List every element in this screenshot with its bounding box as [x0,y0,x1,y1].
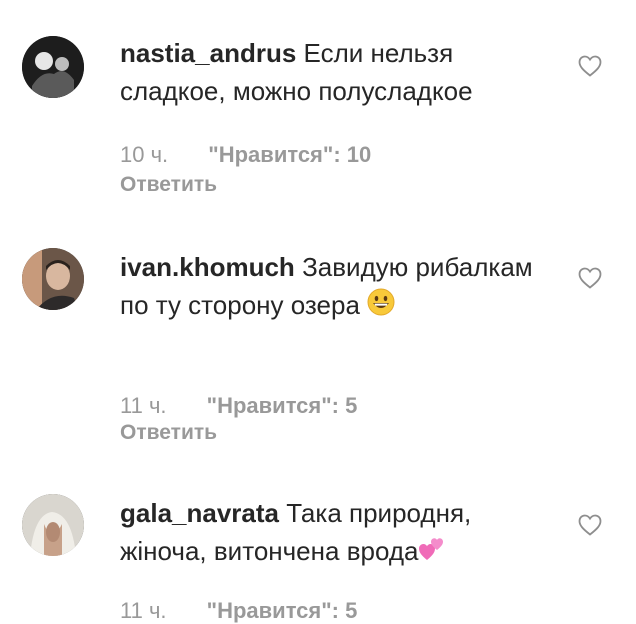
comment-item: nastia_andrus Если нельзя сладкое, можно… [0,0,636,220]
comment-username[interactable]: gala_navrata [120,498,279,528]
comment-meta: 11 ч. "Нравится": 5 [120,393,357,419]
avatar[interactable] [22,36,84,98]
comment-text: ivan.khomuch Завидую рибалкам по ту стор… [120,248,560,326]
comment-meta: 10 ч. "Нравится": 10 [120,142,371,168]
comment-likes[interactable]: "Нравится": 10 [208,142,371,167]
reply-button[interactable]: Ответить [120,173,217,197]
comment-username[interactable]: ivan.khomuch [120,252,295,282]
comment-time[interactable]: 11 ч. [120,393,167,418]
reply-button[interactable]: Ответить [120,421,217,445]
avatar[interactable] [22,248,84,310]
comment-item: ivan.khomuch Завидую рибалкам по ту стор… [0,220,636,470]
comment-time[interactable]: 11 ч. [120,598,167,623]
comment-item: gala_navrata Така природня, жіноча, вито… [0,470,636,623]
comment-text: nastia_andrus Если нельзя сладкое, можно… [120,34,560,110]
heart-outline-icon[interactable] [578,514,602,536]
comment-text: gala_navrata Така природня, жіноча, вито… [120,494,560,572]
heart-outline-icon[interactable] [578,55,602,77]
comment-username[interactable]: nastia_andrus [120,38,296,68]
comment-likes[interactable]: "Нравится": 5 [207,393,358,418]
comment-meta: 11 ч. "Нравится": 5 [120,598,357,624]
comment-time[interactable]: 10 ч. [120,142,168,167]
grinning-face-emoji [367,288,395,326]
avatar[interactable] [22,494,84,556]
two-hearts-emoji [418,534,446,572]
heart-outline-icon[interactable] [578,267,602,289]
comment-likes[interactable]: "Нравится": 5 [207,598,358,623]
